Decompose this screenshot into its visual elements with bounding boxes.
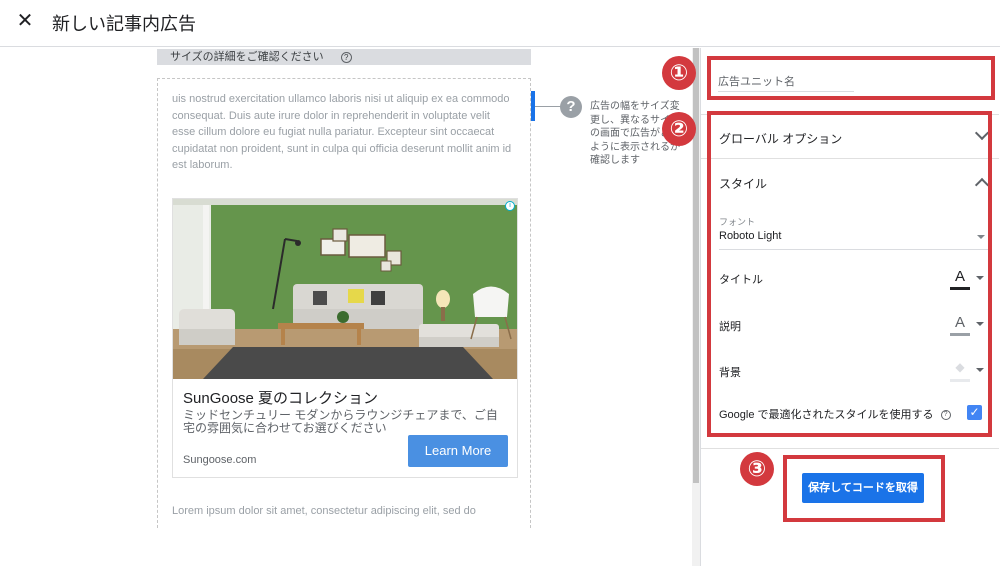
- page-title: 新しい記事内広告: [52, 14, 196, 34]
- ad-info-icon[interactable]: i: [505, 201, 515, 211]
- close-icon[interactable]: ✕: [14, 10, 36, 32]
- ad-description: ミッドセンチュリー モダンからラウンジチェアまで、ご自宅の雰囲気に合わせてお選び…: [183, 408, 498, 435]
- annotation-box-3: [783, 455, 945, 522]
- annotation-number-1: ①: [662, 56, 696, 90]
- annotation-number-2: ②: [662, 112, 696, 146]
- scrollbar-thumb[interactable]: [693, 48, 699, 483]
- header: ✕ 新しい記事内広告: [0, 0, 1000, 47]
- lorem-text-top: uis nostrud exercitation ullamco laboris…: [172, 93, 512, 171]
- annotation-box-2: [707, 111, 992, 437]
- ad-preview-frame: uis nostrud exercitation ullamco laboris…: [157, 78, 531, 528]
- ad-cta-button[interactable]: Learn More: [408, 435, 508, 467]
- living-room-image: [173, 199, 517, 379]
- size-details-label: サイズの詳細をご確認ください: [170, 51, 324, 63]
- size-details-bar: サイズの詳細をご確認ください ?: [157, 49, 531, 65]
- help-icon[interactable]: ?: [340, 51, 352, 63]
- ad-display-url[interactable]: Sungoose.com: [183, 454, 256, 466]
- resize-help-icon[interactable]: ?: [560, 96, 582, 118]
- panel-divider: [701, 448, 999, 449]
- ad-headline[interactable]: SunGoose 夏のコレクション: [183, 387, 378, 408]
- annotation-number-3: ③: [740, 452, 774, 486]
- native-ad-card[interactable]: i SunGoose 夏のコレクション ミッドセンチュリー モダンからラウンジチ…: [172, 198, 518, 478]
- ad-image: i: [173, 199, 517, 379]
- resize-connector: [535, 106, 561, 107]
- annotation-box-1: [707, 56, 995, 100]
- lorem-text-bottom: Lorem ipsum dolor sit amet, consectetur …: [172, 505, 476, 517]
